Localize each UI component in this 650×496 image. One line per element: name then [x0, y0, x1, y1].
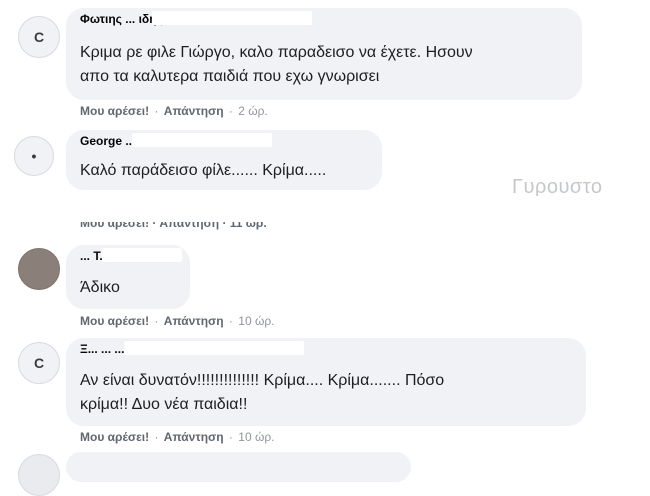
- comment-bubble: ... Τ... Άδικο: [66, 245, 190, 309]
- avatar-initial: •: [31, 148, 37, 164]
- comment-bubble: Ξ... ... ... Αν είναι δυνατόν!!!!!!!!!!!…: [66, 338, 586, 426]
- author-redaction: [132, 133, 272, 147]
- comment-actions-clipped: Μου αρέσει! · Απάντηση · 11 ώρ.: [80, 222, 330, 230]
- comment-bubble: Φωτιης ... ιδης Κριμα ρε φιλε Γιώργο, κα…: [66, 8, 582, 100]
- comment-author[interactable]: Ξ... ... ...: [80, 342, 124, 358]
- comment-actions: Μου αρέσει! · Απάντηση · 10 ώρ.: [80, 430, 274, 444]
- clipped-actions-text: Μου αρέσει! · Απάντηση · 11 ώρ.: [80, 222, 267, 230]
- like-link[interactable]: Μου αρέσει!: [80, 104, 149, 118]
- separator: ·: [154, 104, 159, 118]
- separator: ·: [154, 430, 159, 444]
- separator: ·: [228, 430, 233, 444]
- reply-link[interactable]: Απάντηση: [164, 314, 224, 328]
- comment-timestamp[interactable]: 10 ώρ.: [238, 430, 274, 444]
- comment-text-line: Άδικο: [80, 279, 120, 296]
- avatar[interactable]: •: [14, 136, 54, 176]
- comment-timestamp[interactable]: 10 ώρ.: [238, 314, 274, 328]
- reply-link[interactable]: Απάντηση: [164, 430, 224, 444]
- avatar[interactable]: [18, 248, 60, 290]
- avatar[interactable]: [18, 454, 60, 496]
- comment-actions: Μου αρέσει! · Απάντηση · 2 ώρ.: [80, 104, 268, 118]
- comment-bubble: George ... Καλό παράδεισο φίλε...... Κρί…: [66, 130, 382, 190]
- author-redaction: [124, 341, 304, 355]
- author-redaction: [102, 248, 182, 262]
- avatar[interactable]: C: [18, 16, 60, 58]
- like-link[interactable]: Μου αρέσει!: [80, 314, 149, 328]
- avatar-initial: [19, 249, 59, 289]
- comment-actions: Μου αρέσει! · Απάντηση · 10 ώρ.: [80, 314, 274, 328]
- comment-bubble-next: [66, 452, 411, 482]
- separator: ·: [228, 104, 233, 118]
- overlay-ghost-text: Γυρουστο: [512, 176, 603, 196]
- comment-text-line: Αν είναι δυνατόν!!!!!!!!!!!!!! Κρίμα....…: [80, 372, 445, 389]
- author-redaction: [152, 11, 312, 25]
- comment-text-line: Κριμα ρε φιλε Γιώργο, καλο παραδεισο να …: [80, 44, 473, 61]
- comment-timestamp[interactable]: 2 ώρ.: [238, 104, 268, 118]
- avatar-initial: C: [33, 355, 45, 371]
- comment-text-line: απο τα καλυτερα παιδιά που εχω γνωρισει: [80, 68, 380, 85]
- reply-link[interactable]: Απάντηση: [164, 104, 224, 118]
- comment-text-line: Καλό παράδεισο φίλε...... Κρίμα.....: [80, 162, 327, 179]
- comment-text-line: κρίμα!! Δυο νέα παιδια!!: [80, 396, 248, 413]
- comment-author[interactable]: George ...: [80, 134, 135, 150]
- separator: ·: [228, 314, 233, 328]
- avatar-initial: C: [33, 29, 45, 45]
- avatar[interactable]: C: [18, 342, 60, 384]
- separator: ·: [154, 314, 159, 328]
- like-link[interactable]: Μου αρέσει!: [80, 430, 149, 444]
- comment-author[interactable]: Φωτιης ... ιδης: [80, 12, 163, 28]
